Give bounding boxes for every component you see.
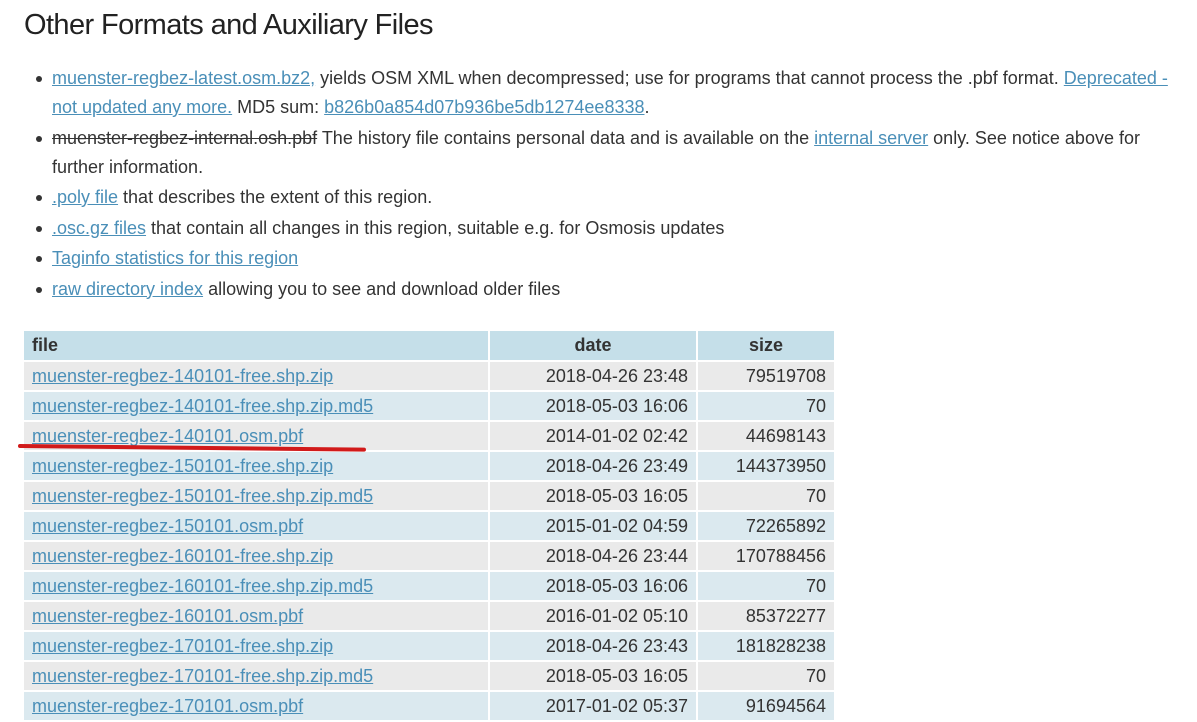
latest-bz2-link[interactable]: muenster-regbez-latest.osm.bz2, [52, 68, 315, 88]
file-cell: muenster-regbez-160101-free.shp.zip [24, 541, 490, 572]
list-item-text: that contain all changes in this region,… [146, 217, 725, 238]
md5-sum-link[interactable]: b826b0a854d07b936be5db1274ee8338 [324, 97, 644, 117]
file-link[interactable]: muenster-regbez-140101-free.shp.zip.md5 [32, 396, 373, 416]
list-item: Taginfo statistics for this region [36, 244, 1192, 273]
list-item: .poly file that describes the extent of … [36, 183, 1192, 212]
table-row: muenster-regbez-150101-free.shp.zip 2018-… [24, 451, 836, 482]
date-cell: 2016-01-02 05:10 [489, 601, 698, 632]
file-link[interactable]: muenster-regbez-150101-free.shp.zip [32, 456, 333, 476]
file-link[interactable]: muenster-regbez-170101.osm.pbf [32, 696, 303, 716]
date-cell: 2018-05-03 16:05 [489, 481, 698, 512]
date-cell: 2018-05-03 16:06 [489, 391, 698, 422]
size-cell: 72265892 [697, 511, 836, 542]
column-header-date: date [489, 331, 698, 362]
date-cell: 2018-04-26 23:48 [489, 361, 698, 392]
table-row: muenster-regbez-170101-free.shp.zip.md5 2… [24, 661, 836, 692]
list-item-text: yields OSM XML when decompressed; use fo… [315, 68, 1064, 88]
file-cell: muenster-regbez-150101-free.shp.zip.md5 [24, 481, 490, 512]
file-link[interactable]: muenster-regbez-160101-free.shp.zip [32, 546, 333, 566]
date-cell: 2018-04-26 23:49 [489, 451, 698, 482]
file-link[interactable]: muenster-regbez-170101-free.shp.zip.md5 [32, 666, 373, 686]
size-cell: 79519708 [697, 361, 836, 392]
table-row: muenster-regbez-170101.osm.pbf 2017-01-02… [24, 691, 836, 722]
file-link[interactable]: muenster-regbez-160101.osm.pbf [32, 606, 303, 626]
table-row: muenster-regbez-150101.osm.pbf 2015-01-02… [24, 511, 836, 542]
file-cell: muenster-regbez-160101.osm.pbf [24, 601, 490, 632]
table-row: muenster-regbez-160101-free.shp.zip 2018-… [24, 541, 836, 572]
section-heading: Other Formats and Auxiliary Files [24, 9, 434, 41]
file-link[interactable]: muenster-regbez-150101-free.shp.zip.md5 [32, 486, 373, 506]
size-cell: 91694564 [697, 691, 836, 722]
file-cell: muenster-regbez-170101-free.shp.zip [24, 631, 490, 662]
size-cell: 144373950 [697, 451, 836, 482]
raw-directory-index-link[interactable]: raw directory index [52, 279, 203, 299]
file-cell: muenster-regbez-170101.osm.pbf [24, 691, 490, 722]
date-cell: 2018-05-03 16:06 [489, 571, 698, 602]
file-cell: muenster-regbez-150101.osm.pbf [24, 511, 490, 542]
list-item: .osc.gz files that contain all changes i… [36, 214, 1192, 243]
table-header-row: file date size [24, 331, 836, 362]
size-cell: 70 [697, 481, 836, 512]
size-cell: 70 [697, 661, 836, 692]
column-header-file: file [24, 331, 490, 362]
file-cell: muenster-regbez-150101-free.shp.zip [24, 451, 490, 482]
table-body: muenster-regbez-140101-free.shp.zip 2018-… [24, 361, 836, 722]
file-link[interactable]: muenster-regbez-170101-free.shp.zip [32, 636, 333, 656]
size-cell: 44698143 [697, 421, 836, 452]
list-item-text: The history file contains personal data … [317, 127, 815, 148]
file-cell: muenster-regbez-160101-free.shp.zip.md5 [24, 571, 490, 602]
file-link[interactable]: muenster-regbez-160101-free.shp.zip.md5 [32, 576, 373, 596]
date-cell: 2018-04-26 23:43 [489, 631, 698, 662]
table-row: muenster-regbez-160101-free.shp.zip.md5 2… [24, 571, 836, 602]
list-item: raw directory index allowing you to see … [36, 275, 1192, 304]
list-item: muenster-regbez-internal.osh.pbf The his… [36, 124, 1192, 182]
md5-label: MD5 sum: [232, 97, 325, 117]
table-row: muenster-regbez-160101.osm.pbf 2016-01-02… [24, 601, 836, 632]
internal-server-link[interactable]: internal server [814, 128, 928, 148]
size-cell: 70 [697, 571, 836, 602]
size-cell: 181828238 [697, 631, 836, 662]
date-cell: 2014-01-02 02:42 [489, 421, 698, 452]
taginfo-statistics-link[interactable]: Taginfo statistics for this region [52, 248, 298, 268]
date-cell: 2017-01-02 05:37 [489, 691, 698, 722]
size-cell: 170788456 [697, 541, 836, 572]
table-row: muenster-regbez-140101-free.shp.zip 2018-… [24, 361, 836, 392]
size-cell: 70 [697, 391, 836, 422]
file-cell: muenster-regbez-170101-free.shp.zip.md5 [24, 661, 490, 692]
date-cell: 2018-04-26 23:44 [489, 541, 698, 572]
column-header-size: size [697, 331, 836, 362]
file-cell: muenster-regbez-140101-free.shp.zip [24, 361, 490, 392]
file-link[interactable]: muenster-regbez-150101.osm.pbf [32, 516, 303, 536]
table-row: muenster-regbez-150101-free.shp.zip.md5 2… [24, 481, 836, 512]
poly-file-link[interactable]: .poly file [52, 187, 118, 207]
auxiliary-files-list: muenster-regbez-latest.osm.bz2, yields O… [36, 64, 1192, 305]
list-item-end: . [644, 97, 650, 117]
file-link[interactable]: muenster-regbez-140101-free.shp.zip [32, 366, 333, 386]
file-link[interactable]: muenster-regbez-140101.osm.pbf [32, 426, 303, 446]
date-cell: 2018-05-03 16:05 [489, 661, 698, 692]
file-cell: muenster-regbez-140101-free.shp.zip.md5 [24, 391, 490, 422]
list-item-text: allowing you to see and download older f… [203, 278, 561, 299]
date-cell: 2015-01-02 04:59 [489, 511, 698, 542]
internal-history-file-struck: muenster-regbez-internal.osh.pbf [52, 127, 318, 148]
list-item: muenster-regbez-latest.osm.bz2, yields O… [36, 64, 1192, 122]
list-item-text: that describes the extent of this region… [118, 187, 433, 207]
size-cell: 85372277 [697, 601, 836, 632]
files-table: file date size muenster-regbez-140101-fr… [24, 331, 836, 722]
table-row: muenster-regbez-140101-free.shp.zip.md5 2… [24, 391, 836, 422]
table-row: muenster-regbez-170101-free.shp.zip 2018-… [24, 631, 836, 662]
osc-gz-files-link[interactable]: .osc.gz files [52, 218, 146, 238]
